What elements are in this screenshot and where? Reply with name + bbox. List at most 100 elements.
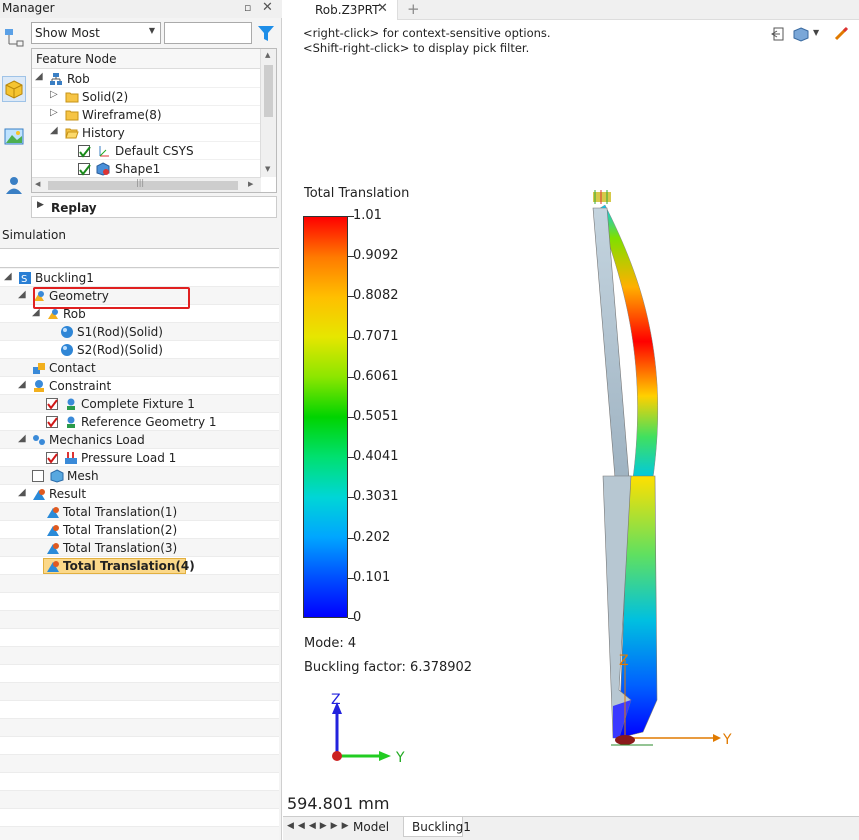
checkbox-checked[interactable] [46, 398, 58, 410]
document-tab-bar: Rob.Z3PRT ✕ + [283, 0, 859, 20]
tree-item-buckling1[interactable]: ◢ S Buckling1 [0, 269, 279, 287]
manager-side-strip [0, 20, 28, 230]
tree-item-reference-geometry-1[interactable]: Reference Geometry 1 [0, 413, 279, 431]
close-icon[interactable]: ✕ [262, 0, 273, 15]
load-icon [32, 433, 46, 447]
replay-bar[interactable]: ▶ Replay [31, 196, 277, 218]
checkbox-checked[interactable] [46, 452, 58, 464]
filter-dropdown[interactable]: Show Most ▼ [31, 22, 161, 44]
collapsed-icon[interactable]: ▷ [50, 89, 58, 100]
contact-icon [32, 361, 46, 375]
folder-icon [65, 108, 79, 122]
empty-row [0, 809, 279, 827]
simulation-header: Simulation [0, 226, 282, 246]
selection-highlight [33, 287, 190, 309]
tree-item-total-translation-2[interactable]: Total Translation(2) [0, 521, 279, 539]
tree-label: S2(Rod)(Solid) [77, 343, 163, 357]
csys-icon [96, 144, 110, 158]
tree-item-complete-fixture-1[interactable]: Complete Fixture 1 [0, 395, 279, 413]
empty-row [0, 773, 279, 791]
expand-icon[interactable]: ◢ [18, 487, 26, 498]
folder-icon [65, 90, 79, 104]
tree-node-shape1[interactable]: Shape1 [32, 160, 261, 178]
horizontal-scrollbar[interactable]: ◀ ||| ▶ [32, 177, 261, 192]
close-tab-icon[interactable]: ✕ [377, 1, 388, 16]
replay-label: Replay [51, 201, 97, 215]
tree-label: Default CSYS [115, 144, 194, 158]
open-folder-icon [65, 126, 79, 140]
chevron-down-icon[interactable]: ▼ [813, 28, 819, 37]
tree-label: Total Translation(3) [63, 541, 178, 555]
tree-node-rob[interactable]: ◢ Rob [32, 70, 261, 88]
deformed-model[interactable]: Z Y [553, 160, 853, 760]
geo-icon [46, 307, 60, 321]
vertical-scrollbar[interactable]: ▲ ▼ [260, 49, 276, 177]
tree-label: Reference Geometry 1 [81, 415, 217, 429]
add-tab-icon[interactable]: + [407, 0, 420, 18]
expand-icon[interactable]: ◢ [50, 125, 58, 136]
expand-icon[interactable]: ◢ [18, 433, 26, 444]
tree-item-total-translation-1[interactable]: Total Translation(1) [0, 503, 279, 521]
tree-item-mechanics-load[interactable]: ◢ Mechanics Load [0, 431, 279, 449]
tree-node-solid[interactable]: ▷ Solid(2) [32, 88, 261, 106]
legend-label: 0.6061 [353, 368, 399, 384]
tree-label: Solid(2) [82, 90, 129, 104]
tree-node-wireframe[interactable]: ▷ Wireframe(8) [32, 106, 261, 124]
mode-label: Mode: 4 [304, 636, 357, 651]
tree-node-history[interactable]: ◢ History [32, 124, 261, 142]
tab-model[interactable]: Model [345, 817, 401, 837]
scale-readout: 594.801 mm [287, 794, 390, 813]
tab-nav-arrows[interactable]: ◀◀◀▶▶▶ [287, 821, 353, 831]
simulation-filter-input[interactable] [0, 248, 279, 268]
tree-item-s2-rod-solid[interactable]: S2(Rod)(Solid) [0, 341, 279, 359]
tab-buckling1[interactable]: Buckling1 [403, 817, 471, 837]
checkbox-checked[interactable] [78, 145, 91, 158]
exit-icon[interactable] [769, 26, 785, 45]
tree-item-mesh[interactable]: Mesh [0, 467, 279, 485]
svg-text:S: S [21, 274, 27, 285]
feature-tree-header: Feature Node [32, 49, 261, 69]
checkbox-checked[interactable] [78, 163, 91, 176]
expand-icon[interactable]: ◢ [18, 289, 26, 300]
tree-label: Result [49, 487, 87, 501]
tree-item-s1-rod-solid[interactable]: S1(Rod)(Solid) [0, 323, 279, 341]
empty-row [0, 593, 279, 611]
empty-row [0, 791, 279, 809]
filter-input[interactable] [164, 22, 252, 44]
expand-icon[interactable]: ◢ [4, 271, 12, 282]
expand-icon[interactable]: ◢ [18, 379, 26, 390]
filter-icon[interactable] [256, 22, 276, 44]
legend-label: 0 [353, 610, 362, 625]
pin-icon[interactable]: ▫ [244, 1, 251, 14]
view-orientation-icon[interactable] [793, 26, 811, 45]
legend-color-bar [303, 216, 348, 618]
pencil-icon[interactable] [833, 26, 849, 45]
empty-row [0, 683, 279, 701]
tree-item-total-translation-3[interactable]: Total Translation(3) [0, 539, 279, 557]
filter-value: Show Most [35, 26, 100, 40]
tree-item-result[interactable]: ◢ Result [0, 485, 279, 503]
y-axis-label: Y [395, 750, 405, 766]
tree-node-default-csys[interactable]: Default CSYS [32, 142, 261, 160]
expand-icon[interactable]: ◢ [35, 71, 43, 82]
fix-icon [64, 397, 78, 411]
legend-label: 0.202 [353, 529, 391, 545]
empty-row [0, 647, 279, 665]
user-icon[interactable] [2, 172, 26, 198]
scene-image-icon[interactable] [2, 124, 26, 150]
tree-label: Constraint [49, 379, 112, 393]
tree-label: Shape1 [115, 162, 161, 176]
tree-item-contact[interactable]: Contact [0, 359, 279, 377]
tab-rob-z3prt[interactable]: Rob.Z3PRT ✕ [283, 0, 398, 20]
part-cube-icon[interactable] [2, 76, 26, 102]
history-tree-icon[interactable] [2, 24, 26, 50]
checkbox-checked[interactable] [46, 416, 58, 428]
tree-label: Rob [67, 72, 90, 86]
collapsed-icon[interactable]: ▷ [50, 107, 58, 118]
manager-header: Manager ▫ ✕ [0, 0, 282, 18]
checkbox-unchecked[interactable] [32, 470, 44, 482]
graphics-viewport[interactable]: <right-click> for context-sensitive opti… [283, 20, 859, 820]
tree-item-constraint[interactable]: ◢ Constraint [0, 377, 279, 395]
tree-item-pressure-load-1[interactable]: Pressure Load 1 [0, 449, 279, 467]
tree-item-total-translation-4[interactable]: Total Translation(4) [0, 557, 279, 575]
